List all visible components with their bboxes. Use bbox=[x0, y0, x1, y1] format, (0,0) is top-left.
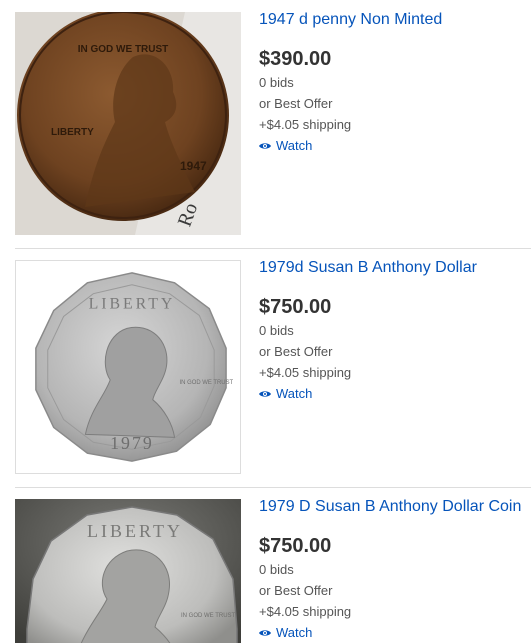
listing-bids: 0 bids bbox=[259, 323, 294, 338]
coin-motto-text: IN GOD WE TRUST bbox=[181, 613, 236, 619]
watch-label: Watch bbox=[276, 386, 313, 401]
listing-thumbnail[interactable]: LIBERTY IN GOD WE TRUST bbox=[15, 499, 241, 643]
listing-bids: 0 bids bbox=[259, 75, 294, 90]
listing-best-offer: or Best Offer bbox=[259, 583, 333, 598]
listing-title-link[interactable]: 1979 D Susan B Anthony Dollar Coin bbox=[259, 497, 531, 517]
coin-liberty-text: LIBERTY bbox=[51, 127, 94, 138]
listing-shipping: +$4.05 shipping bbox=[259, 365, 352, 380]
coin-liberty-text: LIBERTY bbox=[87, 521, 183, 541]
listing-thumbnail[interactable]: LIBERTY IN GOD WE TRUST 1979 bbox=[15, 260, 241, 474]
penny-coin-image: Rr Ro IN GOD WE TRUST LIBERTY 1947 bbox=[15, 12, 241, 235]
coin-motto-text: IN GOD WE TRUST bbox=[180, 380, 234, 386]
listing-price: $750.00 bbox=[259, 296, 332, 318]
listing-bids: 0 bids bbox=[259, 562, 294, 577]
listing-best-offer: or Best Offer bbox=[259, 344, 333, 359]
sba-dollar-coin-photo: LIBERTY IN GOD WE TRUST bbox=[15, 499, 241, 643]
sba-dollar-coin-image: LIBERTY IN GOD WE TRUST 1979 bbox=[16, 261, 240, 473]
listing-divider bbox=[15, 248, 531, 249]
listing-price: $390.00 bbox=[259, 48, 332, 70]
listing-price: $750.00 bbox=[259, 535, 332, 557]
coin-year-text: 1979 bbox=[110, 433, 154, 453]
watch-button[interactable]: Watch bbox=[259, 622, 312, 643]
watch-label: Watch bbox=[276, 138, 313, 153]
listing-best-offer: or Best Offer bbox=[259, 96, 333, 111]
watch-button[interactable]: Watch bbox=[259, 135, 312, 156]
listing-divider bbox=[15, 487, 531, 488]
coin-top-text: IN GOD WE TRUST bbox=[78, 44, 169, 55]
coin-liberty-text: LIBERTY bbox=[89, 296, 176, 313]
listing-details: 1947 d penny Non Minted $390.00 0 bids o… bbox=[259, 10, 531, 156]
listing-shipping: +$4.05 shipping bbox=[259, 604, 352, 619]
listing-details: 1979d Susan B Anthony Dollar $750.00 0 b… bbox=[259, 258, 531, 404]
listing-thumbnail[interactable]: Rr Ro IN GOD WE TRUST LIBERTY 1947 bbox=[15, 12, 241, 235]
eye-icon bbox=[259, 629, 271, 637]
watch-label: Watch bbox=[276, 625, 313, 640]
eye-icon bbox=[259, 390, 271, 398]
listing-shipping: +$4.05 shipping bbox=[259, 117, 352, 132]
listing-title-link[interactable]: 1979d Susan B Anthony Dollar bbox=[259, 258, 531, 278]
eye-icon bbox=[259, 142, 271, 150]
listing-title-link[interactable]: 1947 d penny Non Minted bbox=[259, 10, 531, 30]
coin-year-text: 1947 bbox=[180, 159, 207, 173]
listing-details: 1979 D Susan B Anthony Dollar Coin $750.… bbox=[259, 497, 531, 643]
watch-button[interactable]: Watch bbox=[259, 383, 312, 404]
